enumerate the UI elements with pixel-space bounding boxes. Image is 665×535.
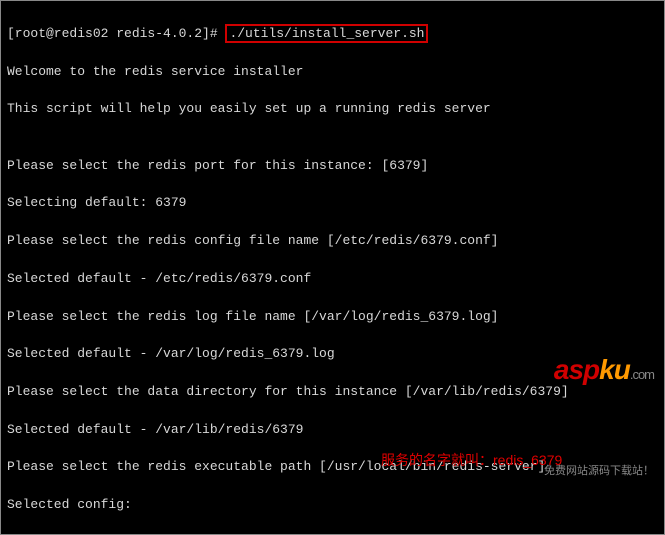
logo-asp: asp — [554, 354, 599, 385]
logo-com: .com — [630, 367, 654, 382]
output-line: This script will help you easily set up … — [7, 100, 658, 119]
watermark-logo: aspku.com 免费网站源码下载站！ — [513, 271, 654, 518]
logo-subtitle: 免费网站源码下载站！ — [513, 464, 654, 480]
terminal-window[interactable]: [root@redis02 redis-4.0.2]# ./utils/inst… — [1, 1, 664, 534]
output-line: Please select the redis port for this in… — [7, 157, 658, 176]
output-line: Please select the redis config file name… — [7, 232, 658, 251]
logo-text: aspku.com — [513, 309, 654, 431]
output-line: Selecting default: 6379 — [7, 194, 658, 213]
shell-prompt: [root@redis02 redis-4.0.2]# — [7, 26, 225, 41]
prompt-line-1: [root@redis02 redis-4.0.2]# ./utils/inst… — [7, 24, 658, 44]
command-highlight: ./utils/install_server.sh — [225, 24, 428, 44]
output-line: Welcome to the redis service installer — [7, 63, 658, 82]
logo-ku: ku — [599, 354, 630, 385]
